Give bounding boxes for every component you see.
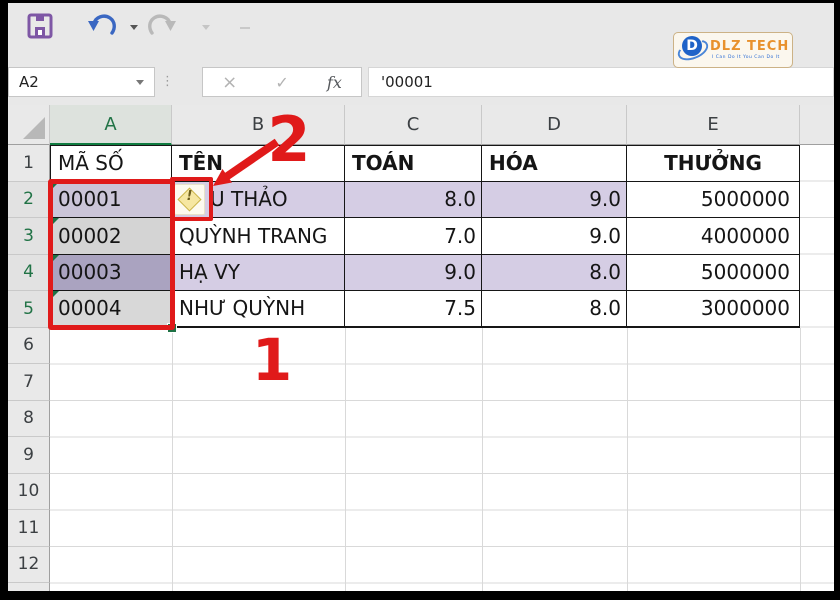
enter-icon[interactable]: ✓ [275,73,288,92]
redo-button[interactable] [146,12,178,44]
name-box-value: A2 [19,73,39,91]
insert-function-icon[interactable]: fx [327,73,342,92]
cell-D5[interactable]: 8.0 [482,291,627,328]
formula-input[interactable]: '00001 [368,67,834,97]
redo-icon [146,12,178,40]
row-header-3[interactable]: 3 [8,218,50,255]
save-icon [27,13,53,39]
dlz-tech-logo: D DLZ TECH I Can Do It You Can Do It [673,32,793,68]
row-header-5[interactable]: 5 [8,291,50,328]
cell-C2[interactable]: 8.0 [345,182,482,219]
logo-brand-text: DLZ TECH [710,39,789,54]
formula-bar-grip: ⋮ [161,69,173,95]
annotation-rectangle-1 [48,179,175,330]
row-header-2[interactable]: 2 [8,182,50,219]
row-header-9[interactable]: 9 [8,437,50,474]
select-all-triangle [23,117,45,139]
logo-tagline: I Can Do It You Can Do It [712,55,780,60]
formula-value: '00001 [381,73,433,91]
save-button[interactable] [27,13,53,43]
formula-buttons: × ✓ fx [202,67,362,97]
cell-A1[interactable]: MÃ SỐ [50,145,172,182]
row-header-1[interactable]: 1 [8,145,50,182]
row-header-13[interactable]: 13 [8,583,50,591]
row-header-8[interactable]: 8 [8,401,50,438]
excel-window: D DLZ TECH I Can Do It You Can Do It A2 … [8,3,834,591]
cell-C3[interactable]: 7.0 [345,218,482,255]
row-header-4[interactable]: 4 [8,255,50,292]
cell-E5[interactable]: 3000000 [627,291,800,328]
cell-B3[interactable]: QUỲNH TRANG [172,218,345,255]
cell-D1[interactable]: HÓA [482,145,627,182]
column-header-c[interactable]: C [345,105,482,145]
column-header-row: A B C D E [8,105,834,145]
row-header-10[interactable]: 10 [8,474,50,511]
column-header-e[interactable]: E [627,105,800,145]
column-f-cells-partial[interactable] [800,145,834,328]
annotation-step-1: 1 [244,331,300,389]
row-header-7[interactable]: 7 [8,364,50,401]
cell-C4[interactable]: 9.0 [345,255,482,292]
cell-C5[interactable]: 7.5 [345,291,482,328]
cell-D3[interactable]: 9.0 [482,218,627,255]
cell-C1[interactable]: TOÁN [345,145,482,182]
name-box-caret[interactable] [136,80,144,85]
empty-cells-area[interactable] [50,328,834,592]
annotation-arrow [198,129,288,195]
cell-E1[interactable]: THƯỞNG [627,145,800,182]
select-all-corner[interactable] [8,105,50,145]
row-header-11[interactable]: 11 [8,510,50,547]
column-header-d[interactable]: D [482,105,627,145]
cancel-icon[interactable]: × [222,72,237,93]
column-header-f-partial[interactable] [800,105,834,145]
row-header-12[interactable]: 12 [8,547,50,584]
row-header-6[interactable]: 6 [8,328,50,365]
cell-B4[interactable]: HẠ VY [172,255,345,292]
toolbar-separator [240,27,250,29]
redo-dropdown-caret [202,25,210,30]
name-box[interactable]: A2 [8,67,155,97]
undo-icon [86,12,118,40]
undo-button[interactable] [86,12,118,44]
undo-dropdown-caret[interactable] [130,25,138,30]
column-header-a[interactable]: A [50,105,172,145]
cell-E2[interactable]: 5000000 [627,182,800,219]
cell-B5[interactable]: NHƯ QUỲNH [172,291,345,328]
cell-D2[interactable]: 9.0 [482,182,627,219]
cell-D4[interactable]: 8.0 [482,255,627,292]
table-row: MÃ SỐ TÊN TOÁN HÓA THƯỞNG [50,145,800,182]
cell-E4[interactable]: 5000000 [627,255,800,292]
cell-E3[interactable]: 4000000 [627,218,800,255]
dlz-logo-icon: D [679,35,705,61]
